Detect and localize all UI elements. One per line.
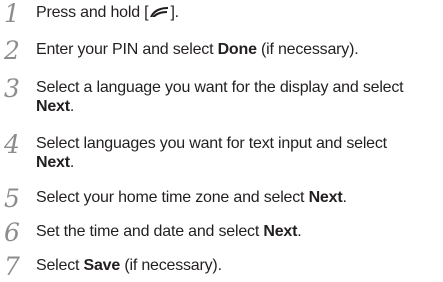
step-number: 3 [4,74,20,103]
step-number: 4 [4,130,20,159]
step-text-run: Select [36,257,84,274]
step-text-run: Select a language you want for the displ… [36,79,404,96]
step-text: Select Save (if necessary). [36,256,441,275]
step-number: 6 [4,218,20,247]
step-text-run: (if necessary). [256,41,359,58]
step-number: 2 [4,36,20,65]
step-keyword: Done [217,41,257,58]
step-keyword: Save [83,257,121,274]
step-text-run: Set the time and date and select [36,223,264,240]
step-text-run: . [297,223,302,240]
step-text: Select languages you want for text input… [36,134,441,172]
step-keyword: Next [36,154,70,171]
step-text-run: ]. [170,4,179,21]
step-number: 1 [4,0,20,28]
step-keyword: Next [36,98,70,115]
step-text-run: Enter your PIN and select [36,41,218,58]
step-text-run: . [69,98,75,115]
step-text-run: Select languages you want for text input… [36,135,387,152]
power-key-icon [149,4,169,17]
step-text: Press and hold []. [36,3,441,22]
step-keyword: Next [308,189,343,206]
step-number: 7 [4,252,20,281]
instruction-steps: 1 Press and hold []. 2 Enter your PIN an… [0,0,443,281]
step-text-run: Select your home time zone and select [36,189,309,206]
step-text: Select your home time zone and select Ne… [36,188,441,207]
step-text: Set the time and date and select Next. [36,222,441,241]
step-text-run: . [342,189,347,206]
step-text-run: Press and hold [ [36,4,149,21]
step-text-run: . [69,154,75,171]
step-keyword: Next [263,223,298,240]
step-text: Enter your PIN and select Done (if neces… [36,40,441,59]
step-text: Select a language you want for the displ… [36,78,441,116]
step-text-run: (if necessary). [120,257,222,274]
step-number: 5 [4,184,20,213]
